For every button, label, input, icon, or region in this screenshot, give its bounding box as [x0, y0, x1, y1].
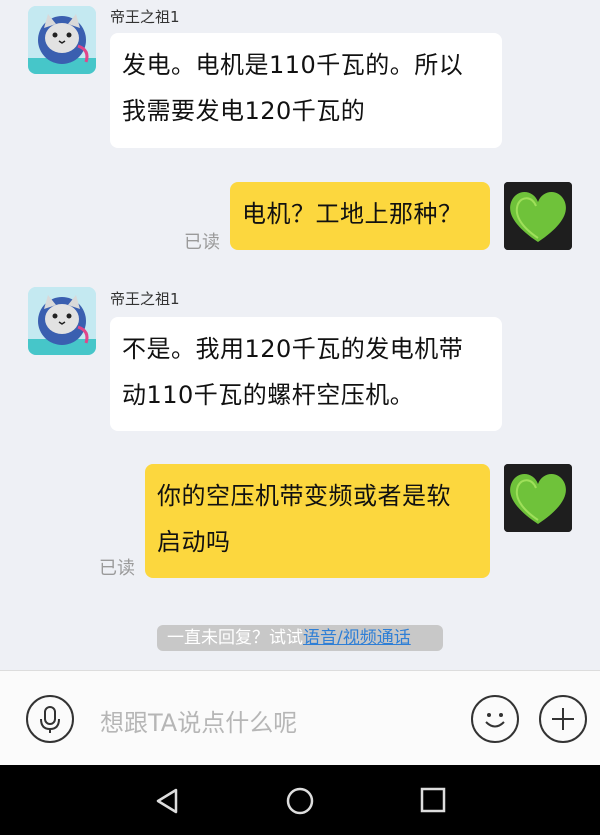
voice-video-call-link[interactable]: 语音/视频通话 [303, 628, 411, 648]
message-input[interactable]: 想跟TA说点什么呢 [100, 703, 297, 738]
message-bubble-outgoing[interactable]: 电机？工地上那种？ [230, 182, 490, 250]
plus-icon[interactable] [539, 695, 587, 743]
smiley-icon[interactable] [471, 695, 519, 743]
read-status: 已读 [99, 558, 135, 579]
message-bubble-incoming[interactable]: 发电。电机是110千瓦的。所以 我需要发电120千瓦的 [110, 33, 502, 148]
cat-avatar-icon[interactable] [28, 6, 96, 74]
cat-avatar-icon[interactable] [28, 287, 96, 355]
message-input-bar: 想跟TA说点什么呢 [0, 670, 600, 765]
message-bubble-outgoing[interactable]: 你的空压机带变频或者是软 启动吗 [145, 464, 490, 578]
home-circle-icon[interactable] [284, 785, 316, 817]
message-line: 我需要发电120千瓦的 [122, 97, 366, 125]
message-line: 启动吗 [157, 528, 231, 556]
message-line: 你的空压机带变频或者是软 [157, 482, 451, 510]
read-status: 已读 [184, 232, 220, 253]
back-triangle-icon[interactable] [152, 786, 182, 816]
sender-name: 帝王之祖1 [110, 8, 180, 26]
message-line: 不是。我用120千瓦的发电机带 [122, 335, 464, 363]
recents-square-icon[interactable] [419, 786, 447, 814]
hint-text: 一直未回复？试试 [167, 628, 303, 648]
message-line: 动110千瓦的螺杆空压机。 [122, 381, 415, 409]
system-navigation-bar [0, 765, 600, 835]
chat-area[interactable]: 帝王之祖1 发电。电机是110千瓦的。所以 我需要发电120千瓦的 已读 电机？… [0, 0, 600, 670]
sender-name: 帝王之祖1 [110, 290, 180, 308]
microphone-icon[interactable] [26, 695, 74, 743]
message-line: 电机？工地上那种？ [242, 200, 463, 228]
message-bubble-incoming[interactable]: 不是。我用120千瓦的发电机带 动110千瓦的螺杆空压机。 [110, 317, 502, 431]
green-heart-avatar-icon[interactable] [504, 464, 572, 532]
call-suggestion-hint: 一直未回复？试试语音/视频通话 [157, 625, 443, 651]
message-line: 发电。电机是110千瓦的。所以 [122, 51, 464, 79]
green-heart-avatar-icon[interactable] [504, 182, 572, 250]
